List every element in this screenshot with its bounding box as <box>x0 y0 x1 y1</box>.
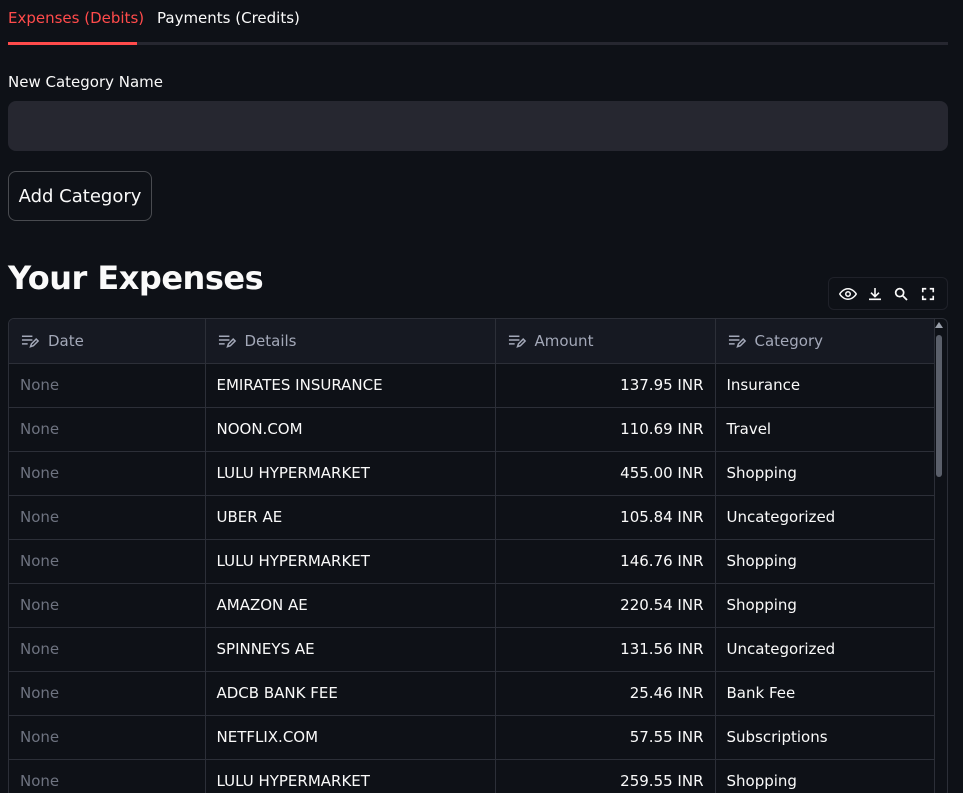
fullscreen-icon[interactable] <box>918 284 938 304</box>
cell-category[interactable]: Bank Fee <box>715 671 935 716</box>
cell-date[interactable]: None <box>9 627 206 672</box>
download-icon[interactable] <box>865 284 885 304</box>
table-row[interactable]: None NETFLIX.COM 57.55 INR Subscriptions <box>9 715 935 760</box>
table-row[interactable]: None UBER AE 105.84 INR Uncategorized <box>9 495 935 540</box>
cell-details[interactable]: NETFLIX.COM <box>205 715 496 760</box>
eye-icon[interactable] <box>838 284 858 304</box>
cell-details[interactable]: LULU HYPERMARKET <box>205 539 496 584</box>
search-icon[interactable] <box>891 284 911 304</box>
cell-amount[interactable]: 110.69 INR <box>495 407 716 452</box>
cell-date[interactable]: None <box>9 407 206 452</box>
active-tab-indicator <box>8 42 137 45</box>
grid-toolbar <box>828 277 948 310</box>
scrollbar-thumb[interactable] <box>936 335 942 477</box>
tab-expenses-debits[interactable]: Expenses (Debits) <box>8 8 144 28</box>
tab-bar: Expenses (Debits) Payments (Credits) <box>8 0 948 46</box>
edit-column-icon <box>508 335 526 348</box>
cell-details[interactable]: ADCB BANK FEE <box>205 671 496 716</box>
cell-category[interactable]: Uncategorized <box>715 627 935 672</box>
table-row[interactable]: None LULU HYPERMARKET 455.00 INR Shoppin… <box>9 451 935 496</box>
app-page: Expenses (Debits) Payments (Credits) New… <box>0 0 963 793</box>
cell-date[interactable]: None <box>9 451 206 496</box>
edit-column-icon <box>728 335 746 348</box>
cell-amount[interactable]: 146.76 INR <box>495 539 716 584</box>
column-header-details[interactable]: Details <box>205 319 496 364</box>
table-row[interactable]: None AMAZON AE 220.54 INR Shopping <box>9 583 935 628</box>
cell-category[interactable]: Uncategorized <box>715 495 935 540</box>
cell-details[interactable]: LULU HYPERMARKET <box>205 759 496 793</box>
cell-amount[interactable]: 259.55 INR <box>495 759 716 793</box>
table-row[interactable]: None LULU HYPERMARKET 259.55 INR Shoppin… <box>9 759 935 793</box>
column-header-label: Date <box>48 331 84 350</box>
expenses-data-grid[interactable]: Date Details Amount Category None EMIRAT <box>8 318 948 793</box>
table-row[interactable]: None SPINNEYS AE 131.56 INR Uncategorize… <box>9 627 935 672</box>
table-header-row: Date Details Amount Category <box>9 319 935 364</box>
edit-column-icon <box>21 335 40 348</box>
cell-date[interactable]: None <box>9 715 206 760</box>
cell-details[interactable]: EMIRATES INSURANCE <box>205 363 496 408</box>
cell-date[interactable]: None <box>9 495 206 540</box>
cell-date[interactable]: None <box>9 583 206 628</box>
grid-scrollbar[interactable] <box>932 319 946 793</box>
column-header-date[interactable]: Date <box>9 319 206 364</box>
table-row[interactable]: None NOON.COM 110.69 INR Travel <box>9 407 935 452</box>
edit-column-icon <box>218 335 236 348</box>
cell-category[interactable]: Subscriptions <box>715 715 935 760</box>
page-title: Your Expenses <box>8 259 264 297</box>
cell-amount[interactable]: 25.46 INR <box>495 671 716 716</box>
cell-details[interactable]: AMAZON AE <box>205 583 496 628</box>
cell-amount[interactable]: 105.84 INR <box>495 495 716 540</box>
cell-amount[interactable]: 57.55 INR <box>495 715 716 760</box>
cell-date[interactable]: None <box>9 363 206 408</box>
table-row[interactable]: None EMIRATES INSURANCE 137.95 INR Insur… <box>9 363 935 408</box>
new-category-input[interactable] <box>8 101 948 151</box>
cell-date[interactable]: None <box>9 759 206 793</box>
table-row[interactable]: None ADCB BANK FEE 25.46 INR Bank Fee <box>9 671 935 716</box>
new-category-label: New Category Name <box>8 73 164 91</box>
column-header-label: Details <box>244 331 297 350</box>
table-row[interactable]: None LULU HYPERMARKET 146.76 INR Shoppin… <box>9 539 935 584</box>
cell-amount[interactable]: 455.00 INR <box>495 451 716 496</box>
cell-amount[interactable]: 220.54 INR <box>495 583 716 628</box>
cell-category[interactable]: Shopping <box>715 539 935 584</box>
cell-details[interactable]: LULU HYPERMARKET <box>205 451 496 496</box>
expenses-table: Date Details Amount Category None EMIRAT <box>9 319 935 793</box>
cell-date[interactable]: None <box>9 671 206 716</box>
cell-date[interactable]: None <box>9 539 206 584</box>
cell-amount[interactable]: 137.95 INR <box>495 363 716 408</box>
column-header-label: Category <box>754 331 824 350</box>
cell-details[interactable]: UBER AE <box>205 495 496 540</box>
table-body: None EMIRATES INSURANCE 137.95 INR Insur… <box>9 363 935 793</box>
column-header-label: Amount <box>534 331 594 350</box>
cell-category[interactable]: Shopping <box>715 759 935 793</box>
cell-category[interactable]: Travel <box>715 407 935 452</box>
scroll-up-arrow-icon[interactable] <box>935 322 943 328</box>
cell-category[interactable]: Shopping <box>715 583 935 628</box>
cell-category[interactable]: Shopping <box>715 451 935 496</box>
column-header-category[interactable]: Category <box>715 319 935 364</box>
cell-details[interactable]: NOON.COM <box>205 407 496 452</box>
column-header-amount[interactable]: Amount <box>495 319 716 364</box>
tab-payments-credits[interactable]: Payments (Credits) <box>157 8 300 28</box>
cell-amount[interactable]: 131.56 INR <box>495 627 716 672</box>
cell-details[interactable]: SPINNEYS AE <box>205 627 496 672</box>
tab-bar-divider <box>8 42 948 45</box>
add-category-button[interactable]: Add Category <box>8 171 152 221</box>
cell-category[interactable]: Insurance <box>715 363 935 408</box>
